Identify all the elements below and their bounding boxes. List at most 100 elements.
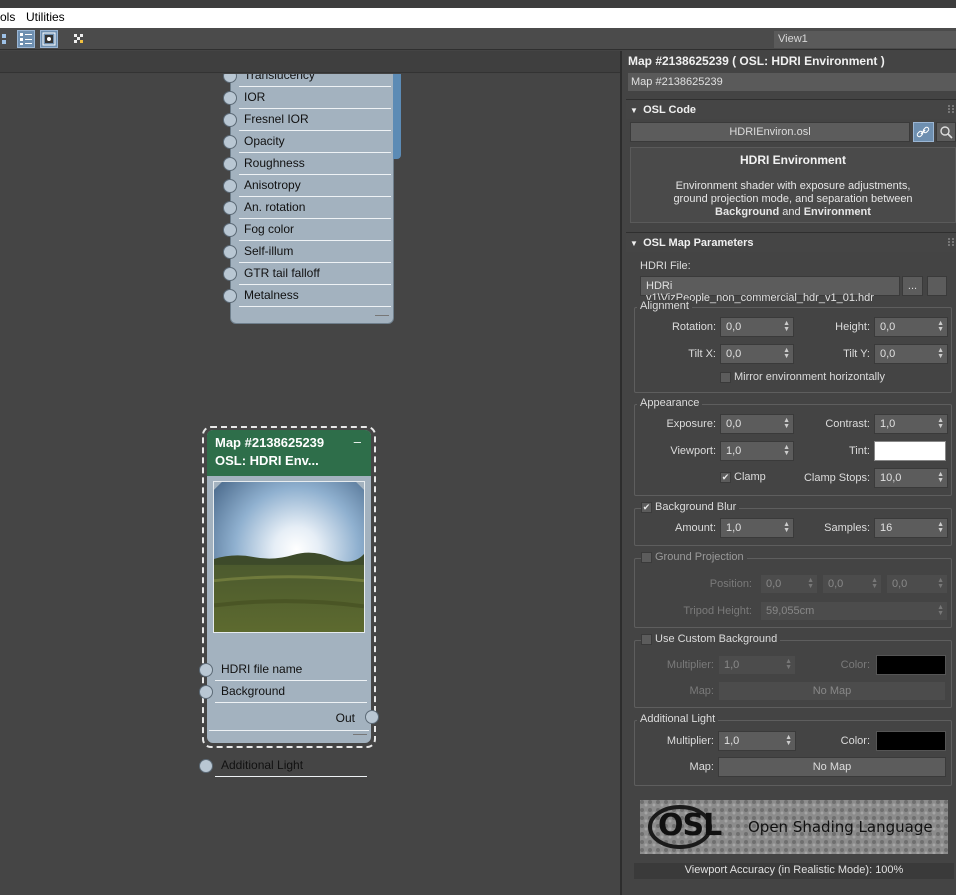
custom-background-checkbox[interactable] [641, 634, 652, 645]
minimize-icon[interactable]: – [354, 433, 361, 451]
slot-socket[interactable] [223, 289, 237, 303]
tint-color-swatch[interactable] [874, 441, 946, 461]
clear-file-button[interactable] [927, 276, 947, 296]
drag-handle-icon[interactable] [948, 238, 954, 246]
out-socket[interactable] [365, 710, 379, 724]
slot-socket[interactable] [199, 759, 213, 773]
samples-spinner[interactable]: 16 ▲ ▼ [874, 518, 948, 538]
clamp-stops-spinner[interactable]: 10,0 ▲ ▼ [874, 468, 948, 488]
spinner-arrows-icon[interactable]: ▲ ▼ [937, 577, 944, 590]
tilt-x-spinner[interactable]: 0,0 ▲ ▼ [720, 344, 794, 364]
spinner-arrows-icon[interactable]: ▲ ▼ [937, 417, 944, 430]
spinner-arrows-icon[interactable]: ▲ ▼ [783, 417, 790, 430]
spinner-arrows-icon[interactable]: ▲ ▼ [937, 521, 944, 534]
link-icon[interactable] [913, 122, 934, 142]
tilt-y-label: Tilt Y: [843, 348, 870, 360]
slot-socket[interactable] [223, 223, 237, 237]
menu-item-tools[interactable]: ols [0, 10, 15, 24]
menu-item-utilities[interactable]: Utilities [26, 10, 65, 24]
hdri-file-field[interactable]: HDRi v1\VizPeople_non_commercial_hdr_v1_… [640, 276, 900, 304]
browse-button[interactable]: ... [902, 276, 923, 296]
slot-label: Self-illum [244, 244, 294, 258]
slot-socket[interactable] [223, 74, 237, 83]
material-slot[interactable]: An. rotation [223, 197, 391, 219]
material-slot[interactable]: IOR [223, 87, 391, 109]
node-canvas[interactable]: Translucency IOR Fresnel IOR Opacity Rou… [0, 74, 620, 895]
position-z-spinner[interactable]: 0,0 ▲ ▼ [886, 574, 948, 594]
spinner-arrows-icon[interactable]: ▲ ▼ [783, 320, 790, 333]
slot-socket[interactable] [223, 113, 237, 127]
position-y-spinner[interactable]: 0,0 ▲ ▼ [822, 574, 882, 594]
drag-handle-icon[interactable] [948, 105, 954, 113]
search-icon[interactable] [936, 122, 956, 142]
light-map-button[interactable]: No Map [718, 757, 946, 777]
spinner-arrows-icon[interactable]: ▲ ▼ [937, 604, 944, 617]
material-slot[interactable]: Fresnel IOR [223, 109, 391, 131]
amount-spinner[interactable]: 1,0 ▲ ▼ [720, 518, 794, 538]
slot-socket[interactable] [223, 157, 237, 171]
spinner-arrows-icon[interactable]: ▲ ▼ [783, 444, 790, 457]
material-slot[interactable]: GTR tail falloff [223, 263, 391, 285]
rollout-osl-code[interactable]: ▼ OSL Code [626, 99, 956, 119]
material-slot[interactable]: Translucency [223, 74, 391, 87]
spinner-arrows-icon[interactable]: ▲ ▼ [783, 521, 790, 534]
custom-bg-map-button[interactable]: No Map [718, 681, 946, 701]
exposure-spinner[interactable]: 0,0 ▲ ▼ [720, 414, 794, 434]
slot-socket[interactable] [223, 179, 237, 193]
tilt-y-spinner[interactable]: 0,0 ▲ ▼ [874, 344, 948, 364]
viewport-value: 1,0 [726, 445, 742, 457]
rotation-spinner[interactable]: 0,0 ▲ ▼ [720, 317, 794, 337]
spinner-arrows-icon[interactable]: ▲ ▼ [785, 658, 792, 671]
slot-socket[interactable] [223, 267, 237, 281]
position-x-spinner[interactable]: 0,0 ▲ ▼ [760, 574, 818, 594]
slot-socket[interactable] [199, 685, 213, 699]
checker-icon[interactable] [70, 30, 88, 48]
show-map-icon[interactable] [40, 30, 58, 48]
spinner-arrows-icon[interactable]: ▲ ▼ [785, 734, 792, 747]
osl-file-button[interactable]: HDRIEnviron.osl [630, 122, 910, 142]
slot-socket[interactable] [223, 201, 237, 215]
resize-grip-icon[interactable] [375, 315, 389, 321]
material-slot[interactable]: Metalness [223, 285, 391, 307]
light-multiplier-spinner[interactable]: 1,0 ▲ ▼ [718, 731, 796, 751]
spinner-arrows-icon[interactable]: ▲ ▼ [871, 577, 878, 590]
material-slot[interactable]: Fog color [223, 219, 391, 241]
slot-socket[interactable] [223, 135, 237, 149]
custom-bg-color-swatch[interactable] [876, 655, 946, 675]
view-label[interactable]: View1 [774, 31, 956, 48]
material-slot[interactable]: Opacity [223, 131, 391, 153]
slot-socket[interactable] [199, 663, 213, 677]
osl-slot-additional-light[interactable]: Additional Light [199, 755, 367, 777]
spinner-arrows-icon[interactable]: ▲ ▼ [783, 347, 790, 360]
ground-projection-checkbox[interactable] [641, 552, 652, 563]
spinner-arrows-icon[interactable]: ▲ ▼ [937, 320, 944, 333]
list-layout-icon[interactable] [17, 30, 35, 48]
position-x-value: 0,0 [766, 578, 782, 590]
select-icon[interactable] [0, 30, 18, 48]
slot-socket[interactable] [223, 245, 237, 259]
material-node[interactable]: Translucency IOR Fresnel IOR Opacity Rou… [223, 74, 401, 324]
custom-bg-multiplier-spinner[interactable]: 1,0 ▲ ▼ [718, 655, 796, 675]
tripod-height-spinner[interactable]: 59,055cm ▲ ▼ [760, 601, 948, 621]
spinner-arrows-icon[interactable]: ▲ ▼ [937, 471, 944, 484]
clamp-checkbox[interactable]: ✔ [720, 472, 731, 483]
material-slot[interactable]: Roughness [223, 153, 391, 175]
map-name-field[interactable]: Map #2138625239 [628, 73, 956, 91]
slot-socket[interactable] [223, 91, 237, 105]
light-color-swatch[interactable] [876, 731, 946, 751]
osl-slot-hdri-file[interactable]: HDRI file name [199, 659, 367, 681]
node-header[interactable]: Map #2138625239 OSL: HDRI Env... – [207, 430, 371, 476]
material-slot[interactable]: Self-illum [223, 241, 391, 263]
spinner-arrows-icon[interactable]: ▲ ▼ [807, 577, 814, 590]
osl-slot-background[interactable]: Background [199, 681, 367, 703]
hdri-file-label: HDRI File: [640, 260, 691, 272]
osl-map-node[interactable]: Map #2138625239 OSL: HDRI Env... – HDRI … [199, 430, 371, 777]
height-spinner[interactable]: 0,0 ▲ ▼ [874, 317, 948, 337]
rollout-osl-map-parameters[interactable]: ▼ OSL Map Parameters [626, 232, 956, 252]
background-blur-checkbox[interactable]: ✔ [641, 502, 652, 513]
contrast-spinner[interactable]: 1,0 ▲ ▼ [874, 414, 948, 434]
viewport-spinner[interactable]: 1,0 ▲ ▼ [720, 441, 794, 461]
material-slot[interactable]: Anisotropy [223, 175, 391, 197]
mirror-checkbox[interactable] [720, 372, 731, 383]
spinner-arrows-icon[interactable]: ▲ ▼ [937, 347, 944, 360]
